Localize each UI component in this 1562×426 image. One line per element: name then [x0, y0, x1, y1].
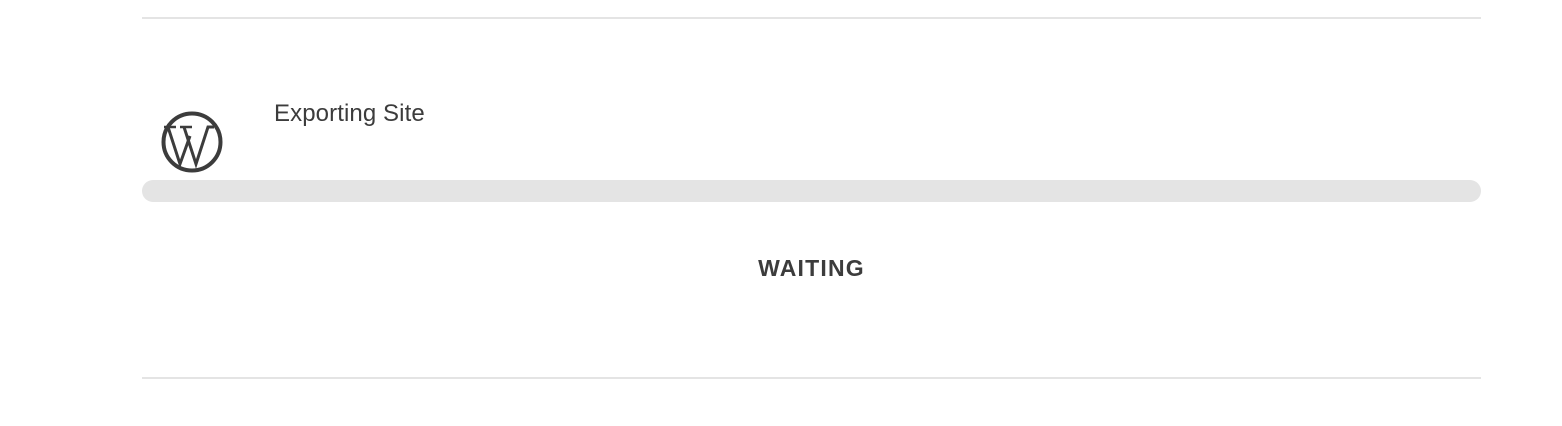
bottom-divider [142, 377, 1481, 379]
task-title: Exporting Site [274, 100, 425, 127]
progress-bar [142, 180, 1481, 202]
status-label: WAITING [758, 255, 865, 281]
wordpress-logo-icon [161, 111, 223, 173]
export-progress-panel: Exporting Site WAITING [0, 0, 1562, 426]
top-divider [142, 17, 1481, 19]
